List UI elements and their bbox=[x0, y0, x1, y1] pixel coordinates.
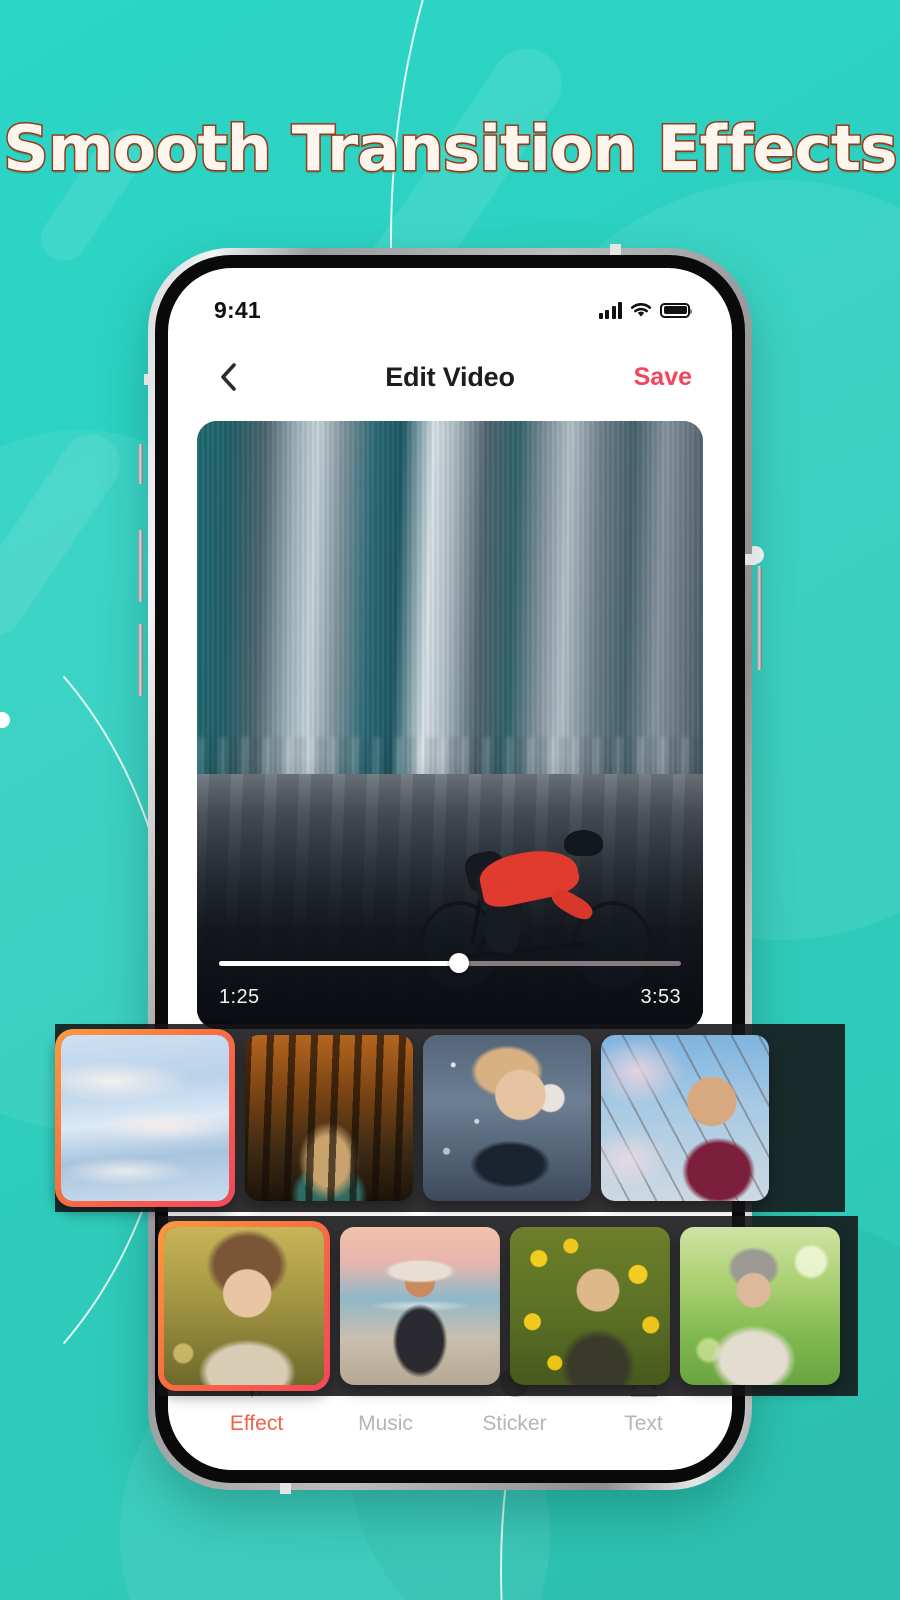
frame-antenna-top bbox=[610, 244, 621, 255]
chevron-left-icon bbox=[220, 363, 236, 391]
status-bar: 9:41 bbox=[168, 268, 732, 336]
phone-silent-switch[interactable] bbox=[138, 444, 143, 484]
tab-music-label: Music bbox=[358, 1412, 413, 1435]
rider-arm bbox=[548, 885, 597, 925]
battery-full-icon bbox=[660, 302, 692, 318]
back-button[interactable] bbox=[206, 355, 250, 399]
effect-thumb-golden-field-woman[interactable] bbox=[158, 1221, 330, 1391]
effect-thumb-autumn-forest-woman[interactable] bbox=[245, 1035, 413, 1201]
tab-text-label: Text bbox=[624, 1412, 663, 1435]
effect-thumb-yellow-flowers-woman[interactable] bbox=[510, 1227, 670, 1385]
phone-volume-up-button[interactable] bbox=[138, 530, 143, 602]
effect-thumb-snow-dunes[interactable] bbox=[55, 1029, 235, 1207]
video-preview[interactable]: 1:25 3:53 bbox=[197, 421, 703, 1029]
scrubber-fill bbox=[219, 960, 460, 966]
phone-power-button[interactable] bbox=[757, 566, 762, 670]
save-button[interactable]: Save bbox=[634, 363, 692, 392]
tab-effect-label: Effect bbox=[229, 1412, 284, 1435]
scrubber-handle[interactable] bbox=[449, 953, 470, 973]
effect-thumb-cherry-blossom-woman[interactable] bbox=[601, 1035, 769, 1201]
cellular-bars-icon bbox=[598, 301, 622, 319]
effect-thumb-beach-hat-woman[interactable] bbox=[340, 1227, 500, 1385]
effect-strip-row-2[interactable] bbox=[158, 1216, 858, 1396]
status-icons bbox=[598, 301, 692, 319]
thumb-artwork bbox=[423, 1035, 591, 1201]
thumb-artwork bbox=[340, 1227, 500, 1385]
nav-header: Edit Video Save bbox=[168, 336, 732, 418]
thumb-artwork bbox=[61, 1035, 229, 1201]
video-scrubber[interactable] bbox=[219, 952, 681, 974]
thumb-artwork bbox=[245, 1035, 413, 1201]
thumb-artwork bbox=[510, 1227, 670, 1385]
current-time-label: 1:25 bbox=[219, 986, 260, 1008]
effect-thumb-snow-blowing-woman[interactable] bbox=[423, 1035, 591, 1201]
video-controls: 1:25 3:53 bbox=[197, 952, 703, 1029]
wifi-icon bbox=[630, 302, 652, 317]
page-title: Smooth Transition Effects bbox=[2, 111, 899, 187]
effect-thumb-green-meadow-woman[interactable] bbox=[680, 1227, 840, 1385]
tab-sticker-label: Sticker bbox=[482, 1412, 547, 1435]
thumb-artwork bbox=[164, 1227, 324, 1385]
status-time: 9:41 bbox=[214, 296, 261, 323]
rider-helmet bbox=[563, 829, 604, 857]
video-time-row: 1:25 3:53 bbox=[219, 986, 681, 1009]
frame-antenna-left bbox=[144, 374, 155, 385]
thumb-artwork bbox=[680, 1227, 840, 1385]
frame-antenna-bottom bbox=[280, 1483, 291, 1494]
thumb-artwork bbox=[601, 1035, 769, 1201]
frame-antenna-right bbox=[745, 554, 756, 565]
total-time-label: 3:53 bbox=[640, 986, 681, 1008]
effect-strip-row-1[interactable] bbox=[55, 1024, 845, 1212]
phone-volume-down-button[interactable] bbox=[138, 624, 143, 696]
